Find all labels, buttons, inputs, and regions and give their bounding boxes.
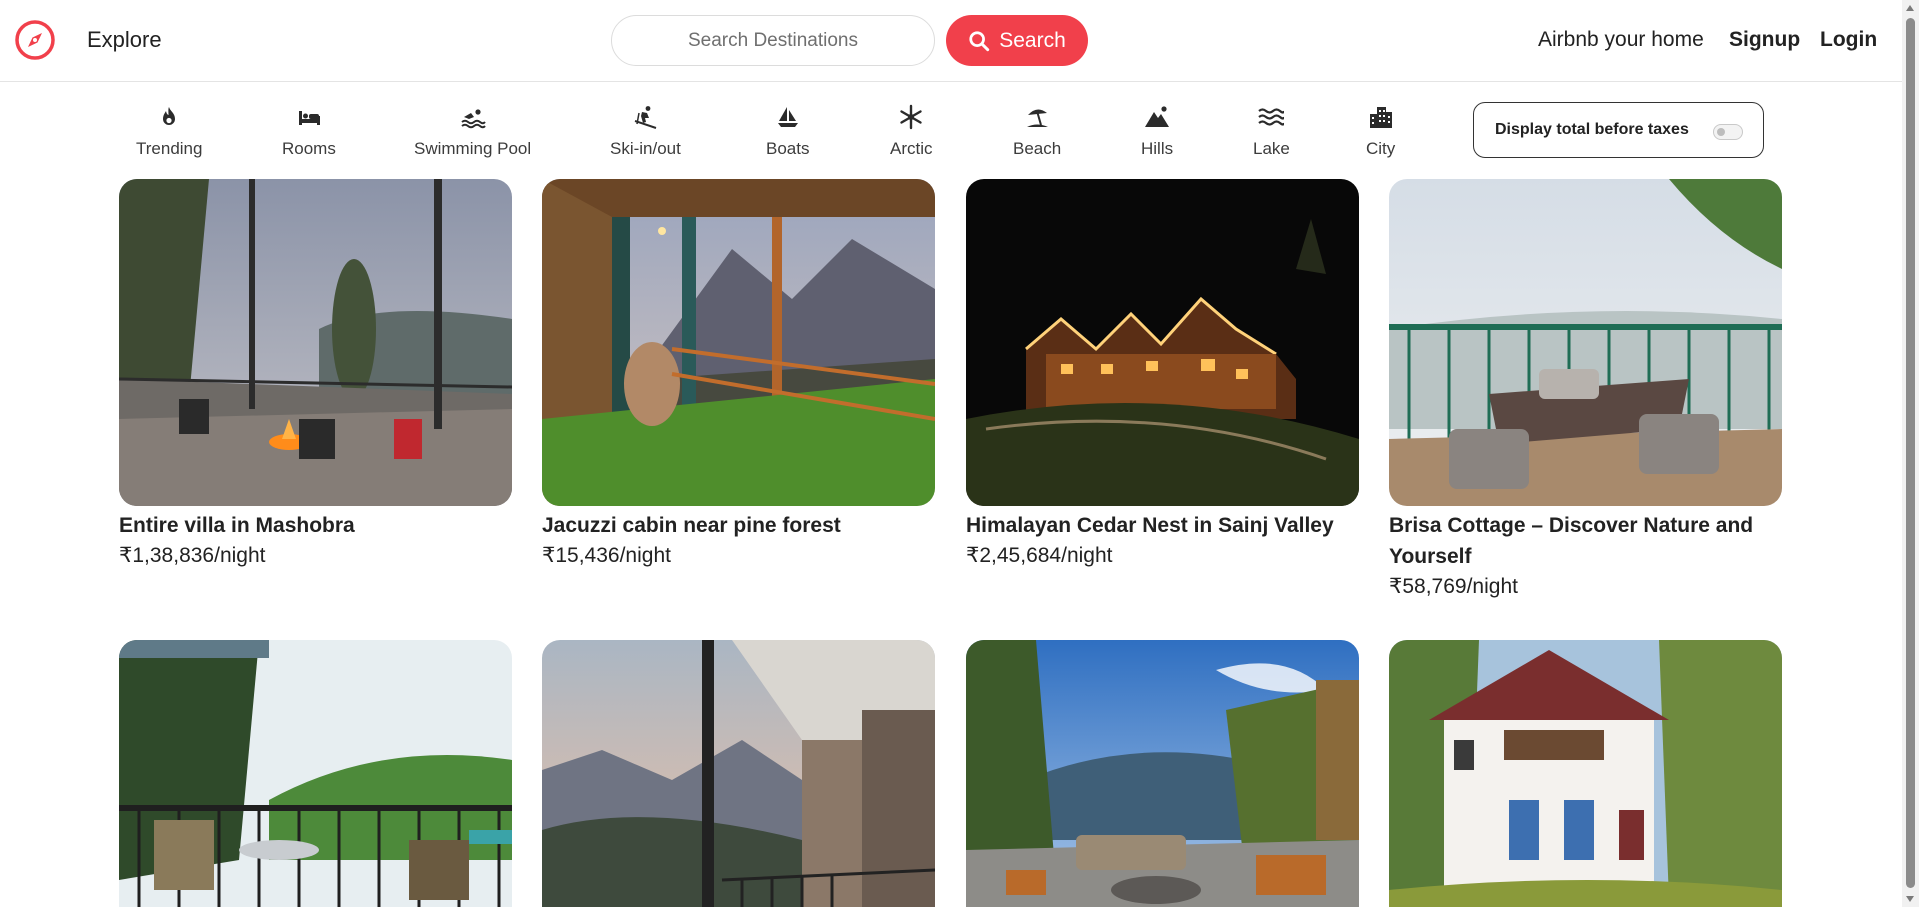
explore-link[interactable]: Explore bbox=[87, 27, 162, 53]
search-input[interactable] bbox=[611, 15, 935, 66]
listing-photo[interactable] bbox=[119, 640, 512, 907]
scrollbar-thumb[interactable] bbox=[1906, 18, 1915, 888]
listing-photo[interactable] bbox=[966, 640, 1359, 907]
category-label: Hills bbox=[1141, 139, 1174, 158]
compass-icon[interactable] bbox=[14, 19, 56, 61]
listing-photo[interactable] bbox=[542, 179, 935, 506]
sailboat-icon bbox=[777, 107, 798, 127]
airbnb-your-home-link[interactable]: Airbnb your home bbox=[1538, 28, 1704, 52]
hillside-balcony-photo bbox=[119, 640, 512, 907]
cedar-nest-night-photo bbox=[966, 179, 1359, 506]
skiing-icon bbox=[635, 106, 657, 129]
search-icon bbox=[969, 30, 990, 51]
water-icon bbox=[1258, 108, 1285, 126]
fire-icon bbox=[163, 107, 176, 125]
listing-photo[interactable] bbox=[966, 179, 1359, 506]
listing-photo[interactable] bbox=[1389, 640, 1782, 907]
category-hills[interactable]: Hills bbox=[1141, 104, 1173, 159]
top-navbar: Explore Search Airbnb your home Signup L… bbox=[0, 0, 1902, 82]
category-trending[interactable]: Trending bbox=[136, 104, 202, 159]
swimmer-icon bbox=[460, 109, 486, 129]
category-boats[interactable]: Boats bbox=[766, 104, 809, 159]
snowflake-icon bbox=[900, 104, 922, 130]
category-label: Arctic bbox=[890, 139, 933, 158]
category-label: Trending bbox=[136, 139, 203, 158]
category-beach[interactable]: Beach bbox=[1013, 104, 1061, 159]
search-button[interactable]: Search bbox=[946, 15, 1088, 66]
listing-price: ₹58,769/night bbox=[1389, 575, 1518, 598]
category-rooms[interactable]: Rooms bbox=[282, 104, 336, 159]
listing-card[interactable]: Brisa Cottage – Discover Nature and Your… bbox=[1389, 179, 1782, 602]
mountain-icon bbox=[1145, 106, 1170, 127]
login-link[interactable]: Login bbox=[1820, 28, 1877, 52]
listing-title[interactable]: Entire villa in Mashobra bbox=[119, 510, 512, 541]
search-button-label: Search bbox=[999, 28, 1066, 52]
listing-title[interactable]: Brisa Cottage – Discover Nature and Your… bbox=[1389, 510, 1782, 572]
listing-price: ₹15,436/night bbox=[542, 544, 671, 567]
category-label: Swimming Pool bbox=[414, 139, 532, 158]
category-label: Rooms bbox=[282, 139, 336, 158]
listing-price: ₹1,38,836/night bbox=[119, 544, 266, 567]
listing-title[interactable]: Jacuzzi cabin near pine forest bbox=[542, 510, 935, 541]
patio-mountain-view-photo bbox=[966, 640, 1359, 907]
listing-card[interactable] bbox=[966, 640, 1359, 907]
display-total-before-taxes-toggle[interactable]: Display total before taxes bbox=[1473, 102, 1764, 158]
listing-card[interactable]: Entire villa in Mashobra ₹1,38,836/night bbox=[119, 179, 512, 571]
category-swimming-pool[interactable]: Swimming Pool bbox=[414, 104, 531, 159]
listing-title[interactable]: Himalayan Cedar Nest in Sainj Valley bbox=[966, 510, 1359, 541]
signup-link[interactable]: Signup bbox=[1729, 28, 1800, 52]
listing-photo[interactable] bbox=[542, 640, 935, 907]
listing-card[interactable]: Jacuzzi cabin near pine forest ₹15,436/n… bbox=[542, 179, 935, 571]
category-label: Boats bbox=[766, 139, 810, 158]
toggle-switch[interactable] bbox=[1713, 124, 1743, 140]
umbrella-beach-icon bbox=[1027, 109, 1049, 127]
category-label: Beach bbox=[1013, 139, 1062, 158]
city-icon bbox=[1369, 107, 1392, 128]
category-lake[interactable]: Lake bbox=[1253, 104, 1290, 159]
scroll-down-arrow-icon[interactable] bbox=[1906, 896, 1914, 902]
listing-card[interactable] bbox=[119, 640, 512, 907]
bed-icon bbox=[298, 111, 320, 125]
category-label: Lake bbox=[1253, 139, 1290, 158]
vertical-scrollbar[interactable] bbox=[1902, 0, 1919, 907]
category-city[interactable]: City bbox=[1366, 104, 1395, 159]
cabin-porch-photo bbox=[542, 179, 935, 506]
listing-price: ₹2,45,684/night bbox=[966, 544, 1113, 567]
category-arctic[interactable]: Arctic bbox=[890, 104, 933, 159]
tax-toggle-label: Display total before taxes bbox=[1495, 121, 1689, 138]
villa-terrace-photo bbox=[119, 179, 512, 506]
white-cottage-photo bbox=[1389, 640, 1782, 907]
category-label: City bbox=[1366, 139, 1396, 158]
listing-photo[interactable] bbox=[1389, 179, 1782, 506]
listing-card[interactable]: Himalayan Cedar Nest in Sainj Valley ₹2,… bbox=[966, 179, 1359, 571]
cottage-balcony-photo bbox=[1389, 179, 1782, 506]
listing-photo[interactable] bbox=[119, 179, 512, 506]
category-ski-in-out[interactable]: Ski-in/out bbox=[610, 104, 681, 159]
category-label: Ski-in/out bbox=[610, 139, 681, 158]
scroll-up-arrow-icon[interactable] bbox=[1906, 5, 1914, 11]
listing-card[interactable] bbox=[1389, 640, 1782, 907]
listing-card[interactable] bbox=[542, 640, 935, 907]
sunset-valley-view-photo bbox=[542, 640, 935, 907]
